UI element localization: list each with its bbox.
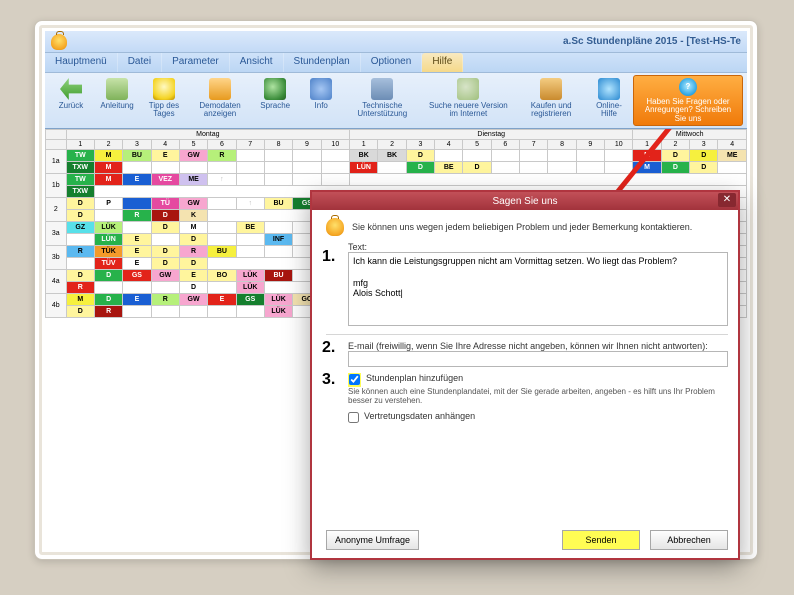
info-button[interactable]: Info [299,75,343,126]
separator [326,334,728,335]
app-icon [51,34,67,50]
feedback-cta-button[interactable]: ? Haben Sie Fragen oder Anregungen? Schr… [633,75,743,126]
demo-data-button[interactable]: Demodaten anzeigen [189,75,251,126]
tip-of-day-button[interactable]: Tipp des Tages [141,75,187,126]
manual-button[interactable]: Anleitung [95,75,139,126]
lightbulb-icon [153,78,175,100]
class-label-3b: 3b [46,246,67,270]
day-header-tuesday: Dienstag [350,130,633,140]
info-icon [310,78,332,100]
window-title: a.Sc Stundenpläne 2015 - [Test-HS-Te [563,36,741,47]
support-icon [371,78,393,100]
dialog-close-button[interactable]: ✕ [718,193,736,207]
back-button[interactable]: Zurück [49,75,93,126]
attach-checkbox-highlight [348,373,361,387]
text-label: Text: [348,242,367,252]
attach-substitution-checkbox[interactable] [348,412,359,423]
globe-icon [264,78,286,100]
class-label-1b: 1b [46,174,67,198]
magnifier-icon [457,78,479,100]
class-label-2: 2 [46,198,67,222]
menu-bar: Hauptmenü Datei Parameter Ansicht Stunde… [45,53,747,73]
day-header-wednesday: Mittwoch [633,130,747,140]
tab-hilfe[interactable]: Hilfe [422,53,463,72]
check-update-button[interactable]: Suche neuere Version im Internet [421,75,515,126]
class-label-4a: 4a [46,270,67,294]
demo-icon [209,78,231,100]
feedback-dialog: Sagen Sie uns ✕ Sie können uns wegen jed… [310,190,740,560]
tab-hauptmenu[interactable]: Hauptmenü [45,53,118,72]
anonymous-survey-button[interactable]: Anonyme Umfrage [326,530,419,550]
box-icon [540,78,562,100]
tab-parameter[interactable]: Parameter [162,53,230,72]
feedback-text-input[interactable] [348,252,728,326]
attach-timetable-checkbox[interactable] [349,374,360,385]
bell-icon [326,218,344,236]
dialog-lead: Sie können uns wegen jedem beliebigen Pr… [326,218,728,236]
day-header-monday: Montag [66,130,349,140]
support-button[interactable]: Technische Unterstützung [345,75,419,126]
dialog-titlebar: Sagen Sie uns ✕ [312,192,738,210]
attach-hint: Sie können auch eine Stundenplandatei, m… [348,387,728,405]
online-help-button[interactable]: Online-Hilfe [587,75,631,126]
dialog-title: Sagen Sie uns [492,196,557,207]
back-arrow-icon [60,78,82,100]
attach-label: Stundenplan hinzufügen [366,373,463,383]
toolbar: Zurück Anleitung Tipp des Tages Demodate… [45,73,747,129]
class-label-4b: 4b [46,294,67,318]
question-icon: ? [679,78,697,96]
step-2-label: 2. [322,339,335,357]
step-1-label: 1. [322,248,335,266]
language-button[interactable]: Sprache [253,75,297,126]
title-bar: a.Sc Stundenpläne 2015 - [Test-HS-Te [45,31,747,53]
send-button[interactable]: Senden [562,530,640,550]
step-3-label: 3. [322,371,335,389]
tab-datei[interactable]: Datei [118,53,162,72]
email-label: E-mail (freiwillig, wenn Sie Ihre Adress… [348,341,708,351]
cancel-button[interactable]: Abbrechen [650,530,728,550]
tab-ansicht[interactable]: Ansicht [230,53,284,72]
buy-register-button[interactable]: Kaufen und registrieren [517,75,585,126]
class-label-3a: 3a [46,222,67,246]
book-icon [106,78,128,100]
class-label-1a: 1a [46,150,67,174]
help-icon [598,78,620,100]
subst-label: Vertretungsdaten anhängen [364,411,475,421]
tab-optionen[interactable]: Optionen [361,53,423,72]
email-input[interactable] [348,351,728,367]
tab-stundenplan[interactable]: Stundenplan [284,53,361,72]
